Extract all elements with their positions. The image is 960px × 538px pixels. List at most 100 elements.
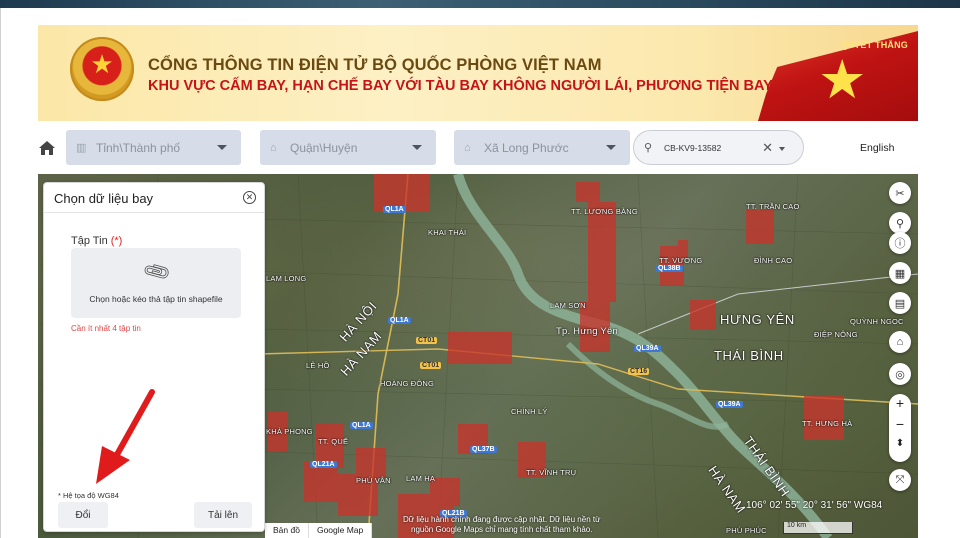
info-icon: ⓘ [894,238,906,250]
road-marker: QL1A [383,206,406,213]
paperclip-icon: 📎︎ [141,257,174,288]
measure-tool-button[interactable]: ✂ [889,182,911,204]
header-banner: ★ CỔNG THÔNG TIN ĐIỆN TỬ BỘ QUỐC PHÒNG V… [38,25,918,121]
place-label: HOÀNG ĐÔNG [380,379,435,388]
place-label: TT. LƯƠNG BẰNG [571,207,638,216]
zoom-control: + − ⬍ [889,394,911,462]
road-marker: QL1A [350,422,373,429]
panel-title: Chọn dữ liệu bay [54,191,154,206]
required-mark: (*) [110,235,123,247]
file-label: Tập Tin (*) [71,235,122,247]
place-label: Tp. Hưng Yên [556,326,618,337]
close-icon[interactable]: ✕ [243,191,256,204]
place-label: CHÍNH LÝ [511,407,548,416]
place-label: LÊ HỒ [306,361,330,370]
upload-button[interactable]: Tải lên [194,502,252,528]
place-label: TT. QUẾ [318,437,349,446]
zoom-out-button[interactable]: − [889,416,911,432]
road-marker: CT01 [416,337,438,344]
scale-bar: 10 km [783,522,853,534]
chevron-down-icon [217,145,227,150]
district-select-value: Quận\Huyện [290,140,358,155]
road-marker: QL21A [310,461,337,468]
language-switch[interactable]: English [860,142,894,154]
disclaimer-line: nguồn Google Maps chỉ mang tính chất tha… [411,525,593,534]
zone-search-value: CB-KV9-13582 [664,142,722,153]
banner-motto: QUYẾT THẮNG [840,40,908,50]
compass-icon[interactable]: ⬍ [889,438,911,449]
chevron-down-icon [606,145,616,150]
coordinate-system-label: * Hệ tọa độ WG84 [58,491,119,500]
place-label: TT. VƯƠNG [659,256,703,265]
map-disclaimer: Dữ liệu hành chính đang được cập nhật. D… [403,515,600,535]
map-home-button[interactable]: ⌂ [889,331,911,353]
file-count-hint: Cần ít nhất 4 tập tin [71,324,141,333]
panel-header: Chọn dữ liệu bay ✕ [44,183,264,213]
home-icon: ⌂ [896,336,904,348]
location-pin-icon: ⚲ [895,217,905,230]
government-building-icon: ⌂ [270,141,277,154]
road-marker: QL38B [656,265,683,272]
zoom-in-button[interactable]: + [889,395,911,411]
dropzone-text: Chọn hoặc kéo thả tập tin shapefile [89,294,223,304]
place-label: TT. VĨNH TRỤ [526,468,577,477]
disclaimer-line: Dữ liệu hành chính đang được cập nhật. D… [403,515,601,524]
place-label: KHAI THÁI [428,228,467,237]
place-label: ĐIỆP NÔNG [814,330,858,339]
file-label-text: Tập Tin [71,235,108,247]
change-button[interactable]: Đổi [58,502,108,528]
place-label: HƯNG YÊN [720,312,795,327]
province-select[interactable]: ▥ Tỉnh\Thành phố [66,130,241,165]
place-label: QUỲNH NGỌC [850,317,904,326]
road-marker: QL37B [470,446,497,453]
ruler-icon: ✂ [895,187,905,200]
banner-subtitle: KHU VỰC CẤM BAY, HẠN CHẾ BAY VỚI TÀU BAY… [148,78,819,94]
place-label: PHÚ PHÚC [726,526,767,535]
place-label: TT. TRẦN CAO [746,202,800,211]
print-button[interactable]: ▤ [889,292,911,314]
zone-search-input[interactable]: ⚲ CB-KV9-13582 ✕ [633,130,804,165]
road-marker: CT16 [628,368,650,375]
road-marker: QL39A [716,401,743,408]
locate-button[interactable]: ◎ [889,363,911,385]
info-button[interactable]: ⓘ [889,232,911,254]
printer-icon: ▤ [894,297,906,310]
place-label: TT. HƯNG HÀ [802,419,853,428]
fullscreen-button[interactable]: ⤧ [889,469,911,491]
building-icon: ▥ [76,142,87,154]
place-label: LAM HẠ [406,474,436,483]
home-button[interactable] [37,138,57,158]
place-label: KHẢ PHONG [266,427,313,436]
national-emblem-icon: ★ [70,37,134,101]
commune-select[interactable]: ⌂ Xã Long Phước [454,130,630,165]
flag-star-icon: ★ [818,50,867,110]
district-select[interactable]: ⌂ Quận\Huyện [260,130,436,165]
shapefile-dropzone[interactable]: 📎︎ Chọn hoặc kéo thả tập tin shapefile [71,248,241,318]
place-label: THÁI BÌNH [714,348,784,363]
layers-button[interactable]: ▦ [889,262,911,284]
road-marker: QL39A [634,345,661,352]
pin-button[interactable]: ⚲ [889,212,911,234]
commune-select-value: Xã Long Phước [484,140,569,155]
place-label: PHÚ VÂN [356,476,391,485]
chevron-down-icon [412,145,422,150]
clear-icon[interactable]: ✕ [762,140,773,156]
tab-basemap[interactable]: Bản đồ [265,523,309,538]
annotation-arrow-icon [96,389,155,484]
chevron-down-icon[interactable] [779,147,785,151]
banner-title: CỔNG THÔNG TIN ĐIỆN TỬ BỘ QUỐC PHÒNG VIỆ… [148,56,602,74]
place-label: LAM SƠN [550,301,586,310]
province-select-value: Tỉnh\Thành phố [96,140,181,155]
tab-google-map[interactable]: Google Map [308,523,373,538]
grid-icon: ▦ [894,267,906,280]
road-marker: CT01 [420,362,442,369]
home-icon [39,141,55,155]
fullscreen-icon: ⤧ [895,473,905,486]
house-icon: ⌂ [464,141,471,154]
search-icon: ⚲ [644,142,653,154]
road-marker: QL1A [388,317,411,324]
place-label: ĐÌNH CAO [754,256,793,265]
target-icon: ◎ [895,368,905,381]
place-label: LAM LONG [266,274,307,283]
cursor-coordinates: 106° 02' 55" 20° 31' 56" WG84 [746,500,883,511]
